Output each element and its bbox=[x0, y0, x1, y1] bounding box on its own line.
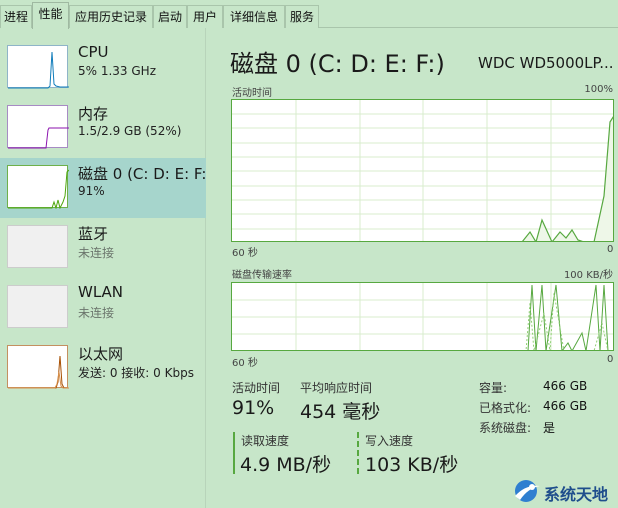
sidebar-item-disk0-usage: 91% bbox=[78, 184, 105, 198]
write-speed-value: 103 KB/秒 bbox=[365, 454, 459, 476]
read-speed-indicator bbox=[233, 432, 235, 474]
disk-model: WDC WD5000LP... bbox=[478, 54, 614, 72]
tab-bar: 进程 性能 应用历史记录 启动 用户 详细信息 服务 bbox=[0, 0, 618, 29]
transfer-rate-graph bbox=[231, 282, 614, 351]
sidebar-item-cpu-usage: 5% 1.33 GHz bbox=[78, 64, 157, 78]
sidebar-item-ethernet-label: 以太网 bbox=[78, 345, 124, 363]
bluetooth-thumbnail-graph bbox=[7, 225, 68, 268]
sidebar-item-cpu-label: CPU bbox=[78, 43, 109, 61]
tab-app-history[interactable]: 应用历史记录 bbox=[69, 5, 153, 28]
active-time-graph bbox=[231, 99, 614, 242]
site-watermark: 系统天地 bbox=[510, 474, 618, 508]
sidebar-item-bluetooth-label: 蓝牙 bbox=[78, 225, 109, 243]
sidebar-item-memory-label: 内存 bbox=[78, 105, 109, 123]
tab-users[interactable]: 用户 bbox=[187, 5, 223, 28]
active-time-label: 活动时间 bbox=[232, 381, 281, 395]
sidebar-item-wlan-label: WLAN bbox=[78, 283, 124, 301]
graph2-max-label: 100 KB/秒 bbox=[563, 270, 613, 281]
sidebar-item-bluetooth[interactable]: 蓝牙 未连接 bbox=[0, 218, 206, 278]
tab-startup[interactable]: 启动 bbox=[153, 5, 187, 28]
ethernet-thumbnail-graph bbox=[7, 345, 69, 389]
sidebar-item-disk0[interactable]: 磁盘 0 (C: D: E: F: 91% bbox=[0, 158, 206, 218]
sidebar-item-memory[interactable]: 内存 1.5/2.9 GB (52%) bbox=[0, 98, 206, 158]
sidebar-item-memory-usage: 1.5/2.9 GB (52%) bbox=[78, 124, 182, 138]
page-title: 磁盘 0 (C: D: E: F:) bbox=[230, 50, 445, 78]
read-speed-label: 读取速度 bbox=[241, 434, 290, 448]
watermark-text: 系统天地 bbox=[544, 485, 609, 504]
formatted-key: 已格式化: bbox=[479, 401, 532, 415]
formatted-value: 466 GB bbox=[543, 399, 588, 413]
disk-thumbnail-graph bbox=[7, 165, 69, 209]
system-disk-value: 是 bbox=[543, 421, 556, 435]
sidebar-item-cpu[interactable]: CPU 5% 1.33 GHz bbox=[0, 38, 206, 98]
sidebar-item-wlan-status: 未连接 bbox=[78, 306, 115, 320]
graph1-label: 活动时间 bbox=[232, 88, 272, 99]
sidebar-item-disk0-label: 磁盘 0 (C: D: E: F: bbox=[78, 165, 206, 183]
avg-response-label: 平均响应时间 bbox=[300, 381, 373, 395]
write-speed-indicator bbox=[357, 432, 359, 474]
system-disk-key: 系统磁盘: bbox=[479, 421, 532, 435]
memory-thumbnail-graph bbox=[7, 105, 69, 149]
performance-sidebar: CPU 5% 1.33 GHz 内存 1.5/2.9 GB (52%) 磁盘 0… bbox=[0, 28, 206, 508]
tab-performance[interactable]: 性能 bbox=[32, 2, 69, 29]
capacity-value: 466 GB bbox=[543, 379, 588, 393]
sidebar-item-bluetooth-status: 未连接 bbox=[78, 246, 115, 260]
read-speed-value: 4.9 MB/秒 bbox=[240, 454, 332, 476]
sidebar-item-ethernet-rate: 发送: 0 接收: 0 Kbps bbox=[78, 366, 194, 380]
wlan-thumbnail-graph bbox=[7, 285, 68, 328]
write-speed-label: 写入速度 bbox=[365, 434, 414, 448]
tab-services[interactable]: 服务 bbox=[285, 5, 319, 28]
graph1-x-left: 60 秒 bbox=[232, 248, 258, 259]
swoosh-logo-icon bbox=[515, 480, 540, 502]
active-time-value: 91% bbox=[232, 397, 275, 419]
sidebar-item-ethernet[interactable]: 以太网 发送: 0 接收: 0 Kbps bbox=[0, 338, 206, 398]
sidebar-item-wlan[interactable]: WLAN 未连接 bbox=[0, 278, 206, 338]
cpu-thumbnail-graph bbox=[7, 45, 69, 89]
capacity-key: 容量: bbox=[479, 381, 508, 395]
graph1-max-label: 100% bbox=[584, 84, 613, 95]
graph2-x-left: 60 秒 bbox=[232, 358, 258, 369]
graph1-x-right: 0 bbox=[607, 244, 614, 255]
graph2-label: 磁盘传输速率 bbox=[232, 270, 292, 281]
avg-response-value: 454 毫秒 bbox=[300, 401, 381, 423]
graph2-x-right: 0 bbox=[607, 354, 614, 365]
tab-details[interactable]: 详细信息 bbox=[223, 5, 285, 28]
tab-processes[interactable]: 进程 bbox=[0, 5, 32, 28]
